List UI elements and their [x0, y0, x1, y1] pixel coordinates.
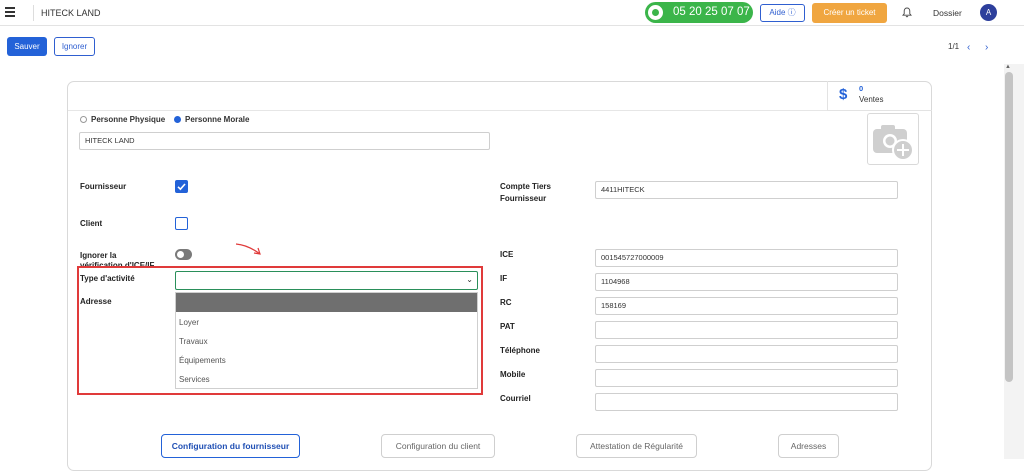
courriel-label: Courriel: [500, 394, 531, 403]
rc-label: RC: [500, 298, 512, 307]
if-input[interactable]: 1104968: [595, 273, 898, 291]
help-button[interactable]: Aide ⓘ: [760, 4, 805, 22]
telephone-input[interactable]: [595, 345, 898, 363]
ignore-verification-toggle[interactable]: [175, 249, 192, 260]
top-bar: HITECK LAND 05 20 25 07 07 Aide ⓘ Créer …: [0, 0, 1024, 26]
ice-label: ICE: [500, 250, 514, 259]
scroll-up-icon[interactable]: ▲: [1005, 64, 1011, 70]
radio-label-physique: Personne Physique: [91, 115, 166, 124]
menu-icon[interactable]: [5, 7, 15, 17]
tab-configuration-client[interactable]: Configuration du client: [381, 434, 495, 458]
mobile-input[interactable]: [595, 369, 898, 387]
tab-attestation-regularite[interactable]: Attestation de Régularité: [576, 434, 697, 458]
client-checkbox[interactable]: [175, 217, 188, 230]
photo-upload[interactable]: [867, 113, 919, 165]
highlight-box: [77, 266, 483, 395]
sales-label: Ventes: [859, 95, 884, 104]
chevron-left-icon[interactable]: ‹: [967, 42, 970, 53]
pat-input[interactable]: [595, 321, 898, 339]
tab-adresses[interactable]: Adresses: [778, 434, 839, 458]
pat-label: PAT: [500, 322, 515, 331]
divider: [33, 5, 34, 21]
company-name: HITECK LAND: [41, 8, 101, 18]
dollar-icon: $: [839, 86, 848, 103]
create-ticket-button[interactable]: Créer un ticket: [812, 3, 887, 23]
sales-count: 0: [859, 84, 864, 93]
tab-configuration-fournisseur[interactable]: Configuration du fournisseur: [161, 434, 300, 458]
courriel-input[interactable]: [595, 393, 898, 411]
compte-tiers-label-2: Fournisseur: [500, 194, 547, 203]
name-input[interactable]: HITECK LAND: [79, 132, 490, 150]
compte-tiers-label-1: Compte Tiers: [500, 182, 551, 191]
fournisseur-checkbox[interactable]: [175, 180, 188, 193]
card-header-divider: [68, 110, 828, 111]
ice-input[interactable]: 001545727000009: [595, 249, 898, 267]
ignore-verification-label-1: Ignorer la: [80, 251, 117, 260]
phone-number: 05 20 25 07 07: [673, 6, 750, 18]
ignore-button[interactable]: Ignorer: [54, 37, 95, 56]
radio-personne-morale[interactable]: [174, 116, 181, 123]
fournisseur-label: Fournisseur: [80, 182, 127, 191]
client-label: Client: [80, 219, 103, 228]
save-button[interactable]: Sauver: [7, 37, 47, 56]
check-icon: [177, 183, 186, 191]
if-label: IF: [500, 274, 508, 283]
dossier-menu[interactable]: Dossier: [933, 8, 962, 18]
radio-personne-physique[interactable]: [80, 116, 87, 123]
rc-input[interactable]: 158169: [595, 297, 898, 315]
mobile-label: Mobile: [500, 370, 526, 379]
telephone-label: Téléphone: [500, 346, 541, 355]
arrow-annotation-icon: [235, 243, 261, 255]
camera-add-icon: [873, 125, 914, 161]
scrollbar-thumb[interactable]: [1005, 72, 1013, 382]
radio-label-morale: Personne Morale: [185, 115, 250, 124]
support-phone-button[interactable]: 05 20 25 07 07: [645, 2, 753, 23]
bell-icon[interactable]: [902, 7, 912, 18]
pager-count: 1/1: [948, 42, 960, 51]
compte-tiers-input[interactable]: 4411HITECK: [595, 181, 898, 199]
avatar[interactable]: A: [980, 4, 997, 21]
headset-icon: [648, 5, 663, 20]
chevron-right-icon[interactable]: ›: [985, 42, 988, 53]
